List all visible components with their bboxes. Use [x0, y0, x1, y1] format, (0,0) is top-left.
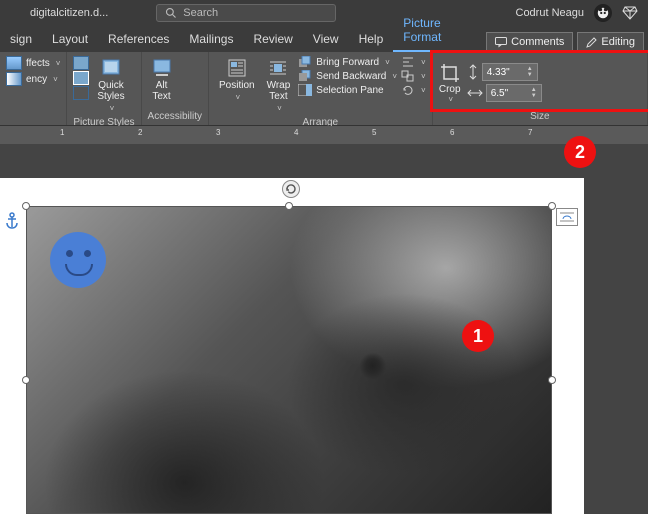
anchor-icon: [4, 212, 20, 230]
width-icon: [467, 87, 483, 99]
quick-styles-button[interactable]: Quick Styles: [93, 56, 128, 115]
resize-handle[interactable]: [22, 202, 30, 210]
crop-button[interactable]: Crop: [439, 62, 461, 104]
editing-button[interactable]: Editing: [577, 32, 644, 52]
send-backward-icon: [298, 70, 312, 82]
group-icon: [401, 70, 415, 82]
wrap-text-button[interactable]: Wrap Text: [263, 56, 295, 115]
bring-forward-icon: [298, 56, 312, 68]
transparency-dropdown[interactable]: ency: [6, 72, 58, 86]
group-accessibility: Accessibility: [148, 109, 202, 125]
effects-dropdown[interactable]: ffects: [6, 56, 60, 70]
style-preset[interactable]: [73, 56, 89, 70]
width-input[interactable]: 6.5"▲▼: [467, 84, 542, 102]
rotate-arrow-icon: [285, 183, 297, 195]
smiley-shape[interactable]: [50, 232, 106, 288]
position-icon: [227, 58, 247, 78]
user-name: Codrut Neagu: [516, 7, 585, 19]
spinner-arrows[interactable]: ▲▼: [531, 87, 537, 99]
alt-text-icon: [152, 58, 172, 78]
callout-2: 2: [564, 136, 596, 168]
resize-handle[interactable]: [548, 202, 556, 210]
wrap-text-icon: [268, 58, 288, 78]
send-backward-button[interactable]: Send Backward: [298, 70, 397, 82]
tab-review[interactable]: Review: [243, 27, 302, 52]
crop-icon: [439, 62, 461, 84]
tab-design[interactable]: sign: [0, 27, 42, 52]
align-button[interactable]: [401, 56, 426, 68]
rotate-handle[interactable]: [282, 180, 300, 198]
resize-handle[interactable]: [22, 376, 30, 384]
align-icon: [401, 56, 415, 68]
comment-icon: [495, 37, 507, 48]
bring-forward-button[interactable]: Bring Forward: [298, 56, 397, 68]
group-size: Size: [439, 109, 641, 125]
tab-view[interactable]: View: [303, 27, 349, 52]
callout-1: 1: [462, 320, 494, 352]
user-avatar[interactable]: [594, 4, 612, 22]
ribbon: ffects ency Quick Styles Picture Styles …: [0, 52, 648, 126]
style-preset[interactable]: [73, 71, 89, 85]
tab-picture-format[interactable]: Picture Format: [393, 11, 486, 52]
horizontal-ruler[interactable]: 1 2 3 4 5 6 7: [0, 126, 648, 144]
document-title: digitalcitizen.d...: [18, 7, 108, 19]
document-canvas[interactable]: [0, 144, 648, 504]
alt-text-button[interactable]: Alt Text: [148, 56, 176, 104]
quick-styles-icon: [101, 58, 121, 78]
search-input[interactable]: Search: [156, 4, 336, 22]
tab-help[interactable]: Help: [349, 27, 394, 52]
layout-options-button[interactable]: [556, 208, 578, 226]
titlebar: digitalcitizen.d... Search Codrut Neagu: [0, 0, 648, 26]
group-button[interactable]: [401, 70, 426, 82]
spinner-arrows[interactable]: ▲▼: [527, 66, 533, 78]
search-icon: [165, 7, 177, 19]
search-placeholder: Search: [183, 7, 218, 19]
style-preset[interactable]: [73, 86, 89, 100]
resize-handle[interactable]: [285, 202, 293, 210]
diamond-icon[interactable]: [622, 6, 638, 20]
rotate-button[interactable]: [401, 84, 426, 96]
resize-handle[interactable]: [548, 376, 556, 384]
layout-options-icon: [559, 211, 575, 223]
pencil-icon: [586, 37, 597, 48]
height-icon: [467, 64, 479, 80]
panda-icon: [596, 6, 610, 20]
selection-pane-button[interactable]: Selection Pane: [298, 84, 397, 96]
rotate-icon: [401, 84, 415, 96]
selection-pane-icon: [298, 84, 312, 96]
tab-mailings[interactable]: Mailings: [179, 27, 243, 52]
height-input[interactable]: 4.33"▲▼: [467, 63, 542, 81]
comments-button[interactable]: Comments: [486, 32, 573, 52]
tab-references[interactable]: References: [98, 27, 179, 52]
ribbon-tabs: sign Layout References Mailings Review V…: [0, 26, 648, 52]
position-button[interactable]: Position: [215, 56, 259, 104]
tab-layout[interactable]: Layout: [42, 27, 98, 52]
